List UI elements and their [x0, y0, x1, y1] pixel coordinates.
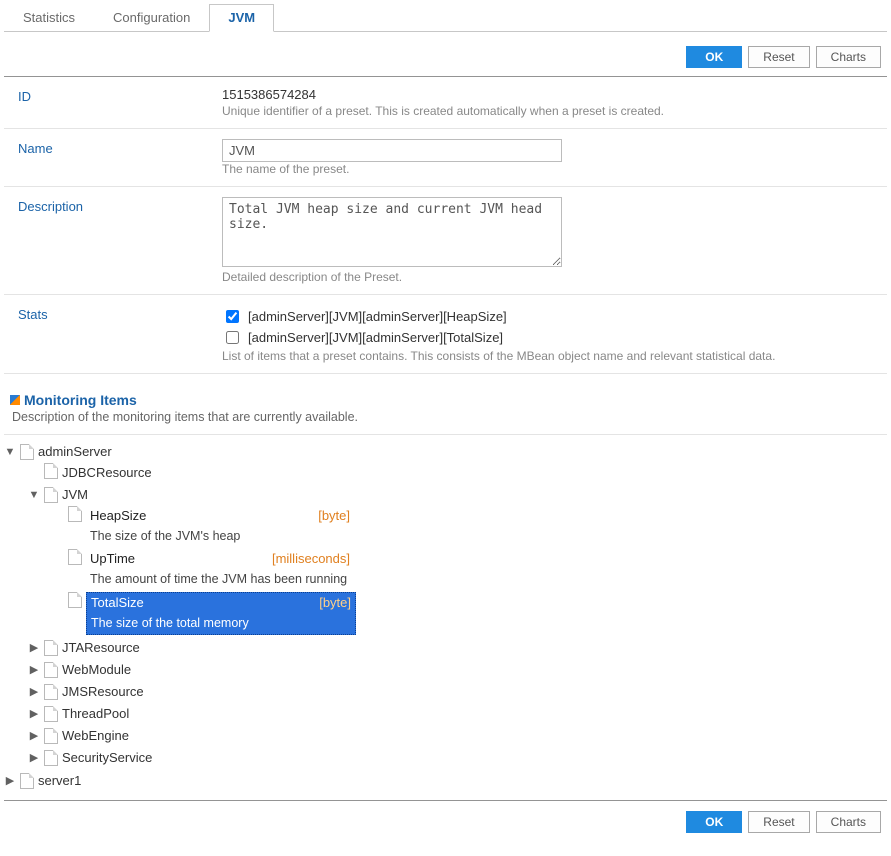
stats-item-1-label: [adminServer][JVM][adminServer][TotalSiz… — [248, 330, 503, 345]
tree-label-webmodule: WebModule — [62, 660, 131, 680]
tree-label-securityservice: SecurityService — [62, 748, 152, 768]
monitoring-items-desc: Description of the monitoring items that… — [12, 410, 887, 424]
document-icon — [44, 640, 58, 656]
tree-label-server1: server1 — [38, 771, 81, 791]
tree-label-jmsresource: JMSResource — [62, 682, 144, 702]
stats-checkbox-1[interactable] — [226, 331, 239, 344]
tree-node-webmodule[interactable]: ▶ WebModule — [28, 660, 887, 680]
ok-button-top[interactable]: OK — [686, 46, 742, 68]
stats-item-0-label: [adminServer][JVM][adminServer][HeapSize… — [248, 309, 507, 324]
tree-leaf-heapsize[interactable]: HeapSize [byte] The size of the JVM's he… — [52, 506, 887, 547]
document-icon — [68, 549, 82, 565]
tree-node-server1[interactable]: ▶ server1 — [4, 771, 887, 791]
monitoring-items-heading: Monitoring Items — [10, 392, 887, 408]
document-icon — [44, 706, 58, 722]
reset-button-top[interactable]: Reset — [748, 46, 809, 68]
help-name: The name of the preset. — [222, 162, 879, 176]
help-stats: List of items that a preset contains. Th… — [222, 349, 879, 363]
leaf-desc-uptime: The amount of time the JVM has been runn… — [90, 569, 350, 589]
label-description: Description — [12, 197, 222, 284]
ok-button-bottom[interactable]: OK — [686, 811, 742, 833]
tree-node-jvm[interactable]: ▼ JVM — [28, 485, 887, 505]
document-icon — [44, 463, 58, 479]
expand-toggle-icon[interactable]: ▶ — [28, 726, 40, 746]
tree-label-threadpool: ThreadPool — [62, 704, 129, 724]
label-name: Name — [12, 139, 222, 176]
expand-toggle-icon[interactable]: ▶ — [28, 638, 40, 658]
reset-button-bottom[interactable]: Reset — [748, 811, 809, 833]
stats-checkbox-0[interactable] — [226, 310, 239, 323]
document-icon — [44, 684, 58, 700]
leaf-name-totalsize: TotalSize — [91, 593, 144, 613]
label-stats: Stats — [12, 305, 222, 363]
description-input[interactable]: Total JVM heap size and current JVM head… — [222, 197, 562, 267]
row-name: Name The name of the preset. — [4, 129, 887, 187]
document-icon — [44, 487, 58, 503]
tab-configuration[interactable]: Configuration — [94, 4, 209, 31]
expand-toggle-icon[interactable]: ▶ — [28, 704, 40, 724]
bottom-button-bar: OK Reset Charts — [4, 800, 887, 841]
expand-toggle-icon[interactable]: ▶ — [4, 771, 16, 791]
tree-leaf-totalsize[interactable]: TotalSize [byte] The size of the total m… — [52, 592, 887, 635]
leaf-desc-heapsize: The size of the JVM's heap — [90, 526, 350, 546]
leaf-name-uptime: UpTime — [90, 549, 135, 569]
row-description: Description Total JVM heap size and curr… — [4, 187, 887, 295]
value-id: 1515386574284 — [222, 87, 879, 102]
expand-toggle-icon[interactable]: ▶ — [28, 682, 40, 702]
tree-label-jtaresource: JTAResource — [62, 638, 140, 658]
charts-button-bottom[interactable]: Charts — [816, 811, 881, 833]
document-icon — [20, 773, 34, 789]
expand-toggle-icon[interactable]: ▼ — [28, 485, 40, 505]
label-id: ID — [12, 87, 222, 118]
leaf-name-heapsize: HeapSize — [90, 506, 146, 526]
monitoring-tree: ▼ adminServer JDBCResource ▼ JVM — [4, 434, 887, 792]
tree-node-webengine[interactable]: ▶ WebEngine — [28, 726, 887, 746]
tree-node-adminserver[interactable]: ▼ adminServer — [4, 442, 887, 462]
monitoring-items-icon — [10, 395, 20, 405]
tree-node-threadpool[interactable]: ▶ ThreadPool — [28, 704, 887, 724]
tab-jvm[interactable]: JVM — [209, 4, 274, 32]
document-icon — [44, 750, 58, 766]
tabs-bar: Statistics Configuration JVM — [4, 4, 887, 32]
stats-item-1[interactable]: [adminServer][JVM][adminServer][TotalSiz… — [222, 328, 879, 347]
leaf-unit-heapsize: [byte] — [318, 506, 350, 526]
expand-toggle-icon[interactable]: ▶ — [28, 660, 40, 680]
tree-node-jdbcresource[interactable]: JDBCResource — [28, 463, 887, 483]
leaf-unit-uptime: [milliseconds] — [272, 549, 350, 569]
tree-label-jdbcresource: JDBCResource — [62, 463, 152, 483]
help-id: Unique identifier of a preset. This is c… — [222, 104, 879, 118]
tree-leaf-uptime[interactable]: UpTime [milliseconds] The amount of time… — [52, 549, 887, 590]
tree-label-webengine: WebEngine — [62, 726, 129, 746]
document-icon — [68, 506, 82, 522]
tree-label-adminserver: adminServer — [38, 442, 112, 462]
charts-button-top[interactable]: Charts — [816, 46, 881, 68]
name-input[interactable] — [222, 139, 562, 162]
document-icon — [44, 728, 58, 744]
tree-node-jmsresource[interactable]: ▶ JMSResource — [28, 682, 887, 702]
document-icon — [44, 662, 58, 678]
monitoring-items-title: Monitoring Items — [24, 392, 137, 408]
expand-toggle-icon[interactable]: ▼ — [4, 442, 16, 462]
tree-node-securityservice[interactable]: ▶ SecurityService — [28, 748, 887, 768]
row-stats: Stats [adminServer][JVM][adminServer][He… — [4, 295, 887, 374]
leaf-unit-totalsize: [byte] — [319, 593, 351, 613]
tree-node-jtaresource[interactable]: ▶ JTAResource — [28, 638, 887, 658]
top-button-bar: OK Reset Charts — [4, 32, 887, 77]
tab-statistics[interactable]: Statistics — [4, 4, 94, 31]
row-id: ID 1515386574284 Unique identifier of a … — [4, 77, 887, 129]
document-icon — [68, 592, 82, 608]
stats-item-0[interactable]: [adminServer][JVM][adminServer][HeapSize… — [222, 307, 879, 326]
document-icon — [20, 444, 34, 460]
help-description: Detailed description of the Preset. — [222, 270, 879, 284]
expand-toggle-icon[interactable]: ▶ — [28, 748, 40, 768]
leaf-desc-totalsize: The size of the total memory — [91, 613, 351, 633]
tree-label-jvm: JVM — [62, 485, 88, 505]
